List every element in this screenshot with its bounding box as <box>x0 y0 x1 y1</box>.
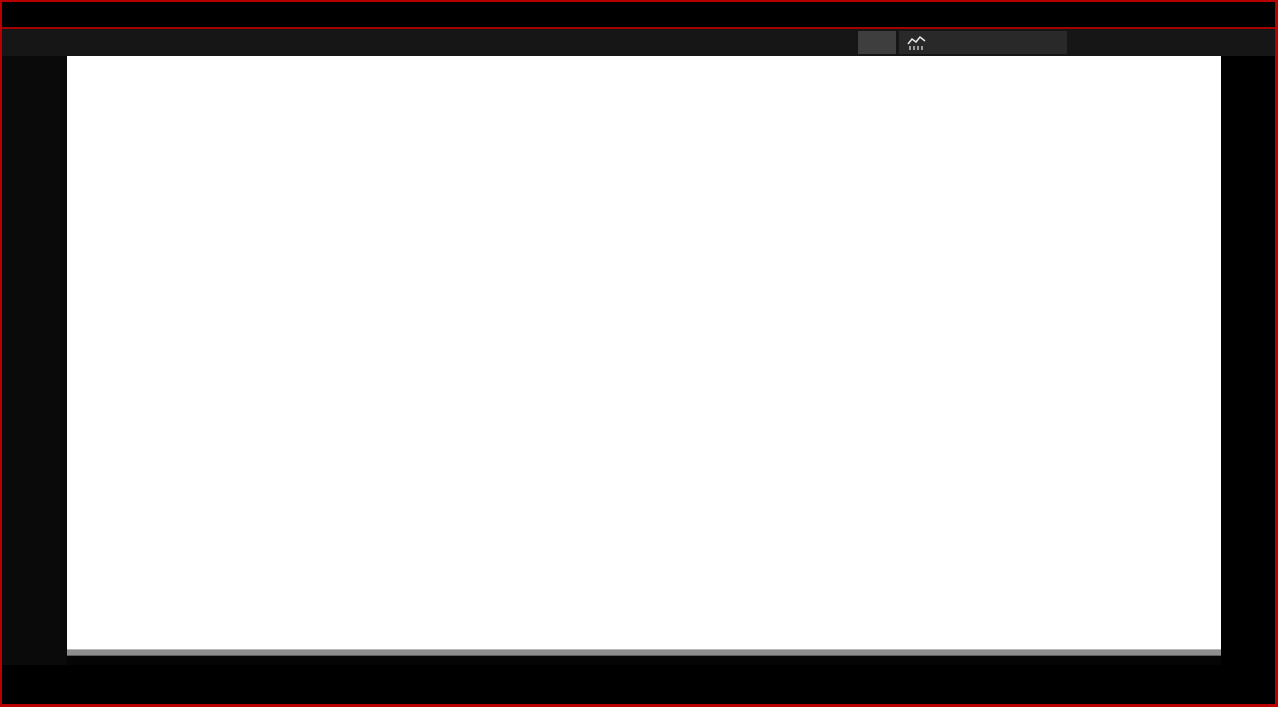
x-axis <box>0 665 1278 704</box>
lower-indicator-strip <box>67 656 1221 665</box>
chart-plot-area[interactable] <box>67 56 1221 649</box>
title-bar <box>0 0 1278 29</box>
chart-scrollbar[interactable] <box>67 649 1221 656</box>
study-button[interactable] <box>899 31 1067 54</box>
chart-toolbar <box>0 29 1278 56</box>
collapse-button[interactable] <box>858 31 896 54</box>
chart-icon <box>907 35 927 50</box>
y-axis <box>1221 56 1278 704</box>
drawing-sidebar <box>0 56 67 704</box>
